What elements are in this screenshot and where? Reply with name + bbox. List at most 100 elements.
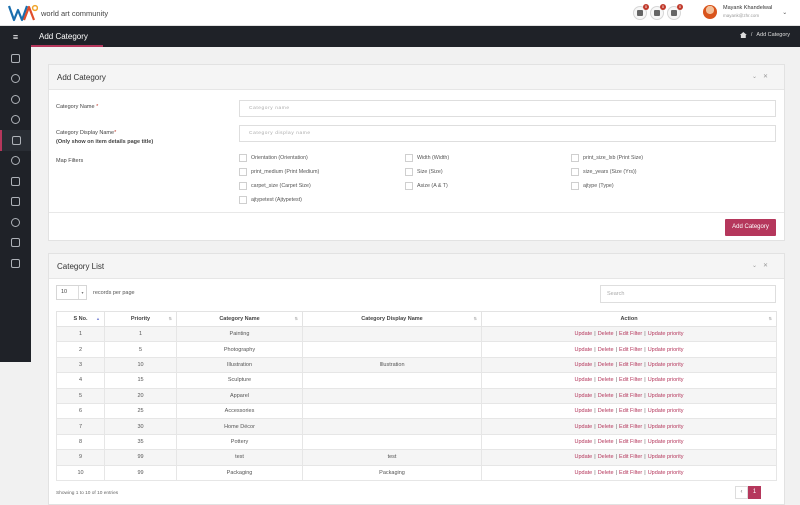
update-link[interactable]: Update bbox=[575, 470, 593, 476]
cell-sno: 6 bbox=[56, 402, 105, 420]
sidebar-item-tables[interactable] bbox=[0, 192, 31, 213]
update-link[interactable]: Update bbox=[575, 424, 593, 430]
page-length-select[interactable]: 10 ▾ bbox=[56, 285, 87, 300]
action-separator: | bbox=[644, 408, 646, 415]
update-priority-link[interactable]: Update priority bbox=[648, 424, 684, 430]
cell-actions: Update | Delete | Edit Filter | Update priorit… bbox=[481, 387, 777, 404]
checkbox[interactable] bbox=[405, 168, 413, 176]
column-header-category-name[interactable]: Category Name ⇅ bbox=[176, 311, 303, 327]
chevron-down-icon: ▾ bbox=[78, 286, 86, 299]
delete-link[interactable]: Delete bbox=[598, 347, 614, 353]
notification-badge: 0 bbox=[677, 4, 683, 10]
checkbox[interactable] bbox=[405, 182, 413, 190]
delete-link[interactable]: Delete bbox=[598, 393, 614, 399]
menu-toggle-icon[interactable]: ≡ bbox=[0, 26, 31, 48]
edit-filter-link[interactable]: Edit Filter bbox=[619, 408, 642, 414]
checkbox[interactable] bbox=[239, 168, 247, 176]
column-header-action[interactable]: Action ⇅ bbox=[481, 311, 777, 327]
update-priority-link[interactable]: Update priority bbox=[648, 393, 684, 399]
filter-checkbox[interactable]: carpet_size (Carpet Size) bbox=[239, 182, 311, 190]
add-category-button[interactable]: Add Category bbox=[725, 219, 776, 236]
calendar-icon[interactable]: 0 bbox=[650, 4, 666, 20]
update-priority-link[interactable]: Update priority bbox=[648, 347, 684, 353]
update-priority-link[interactable]: Update priority bbox=[648, 408, 684, 414]
update-priority-link[interactable]: Update priority bbox=[648, 377, 684, 383]
delete-link[interactable]: Delete bbox=[598, 424, 614, 430]
delete-link[interactable]: Delete bbox=[598, 362, 614, 368]
sidebar-item-profile[interactable] bbox=[0, 212, 31, 233]
update-priority-link[interactable]: Update priority bbox=[648, 362, 684, 368]
edit-filter-link[interactable]: Edit Filter bbox=[619, 424, 642, 430]
delete-link[interactable]: Delete bbox=[598, 470, 614, 476]
column-header-display-name[interactable]: Category Display Name ⇅ bbox=[302, 311, 482, 327]
edit-filter-link[interactable]: Edit Filter bbox=[619, 470, 642, 476]
update-link[interactable]: Update bbox=[575, 439, 593, 445]
update-link[interactable]: Update bbox=[575, 362, 593, 368]
checkbox[interactable] bbox=[405, 154, 413, 162]
checkbox[interactable] bbox=[239, 154, 247, 162]
user-menu[interactable]: Mayank Khandelwal mayank@zhr.com ⌄ bbox=[703, 5, 787, 19]
checkbox[interactable] bbox=[571, 168, 579, 176]
display-name-input[interactable]: Category display name bbox=[239, 125, 776, 142]
sidebar-item-reports[interactable] bbox=[0, 171, 31, 192]
sidebar-item-categories[interactable] bbox=[0, 130, 31, 151]
edit-filter-link[interactable]: Edit Filter bbox=[619, 331, 642, 337]
prev-page-button[interactable]: ‹ bbox=[735, 486, 748, 499]
update-link[interactable]: Update bbox=[575, 393, 593, 399]
update-priority-link[interactable]: Update priority bbox=[648, 470, 684, 476]
column-header-sno[interactable]: S No. ▲ bbox=[56, 311, 105, 327]
delete-link[interactable]: Delete bbox=[598, 408, 614, 414]
filter-checkbox[interactable]: Size (Size) bbox=[405, 168, 443, 176]
filter-checkbox[interactable]: ajtypetest (Ajtypetest) bbox=[239, 196, 302, 204]
filter-checkbox[interactable]: print_medium (Print Medium) bbox=[239, 168, 319, 176]
filter-checkbox[interactable]: size_years (Size (Yrs)) bbox=[571, 168, 637, 176]
update-priority-link[interactable]: Update priority bbox=[648, 331, 684, 337]
sidebar-item-upload[interactable] bbox=[0, 89, 31, 110]
category-name-input[interactable]: Category name bbox=[239, 100, 776, 117]
sidebar-item-users[interactable] bbox=[0, 69, 31, 90]
filter-checkbox[interactable]: Asize (A & T) bbox=[405, 182, 448, 190]
checkbox[interactable] bbox=[571, 154, 579, 162]
delete-link[interactable]: Delete bbox=[598, 331, 614, 337]
home-icon[interactable] bbox=[739, 32, 747, 38]
delete-link[interactable]: Delete bbox=[598, 454, 614, 460]
update-link[interactable]: Update bbox=[575, 454, 593, 460]
sidebar-item-mail[interactable] bbox=[0, 253, 31, 274]
search-input[interactable]: Search bbox=[600, 285, 776, 303]
column-header-priority[interactable]: Priority ⇅ bbox=[104, 311, 177, 327]
filter-checkbox[interactable]: Orientation (Orientation) bbox=[239, 154, 308, 162]
page-button-current[interactable]: 1 bbox=[748, 486, 761, 499]
filter-checkbox[interactable]: print_size_lxb (Print Size) bbox=[571, 154, 643, 162]
cell-display-name bbox=[302, 325, 482, 343]
close-icon[interactable]: ✕ bbox=[763, 263, 774, 269]
delete-link[interactable]: Delete bbox=[598, 377, 614, 383]
edit-filter-link[interactable]: Edit Filter bbox=[619, 393, 642, 399]
checkbox[interactable] bbox=[239, 182, 247, 190]
close-icon[interactable]: ✕ bbox=[763, 74, 774, 80]
edit-filter-link[interactable]: Edit Filter bbox=[619, 362, 642, 368]
update-link[interactable]: Update bbox=[575, 408, 593, 414]
sidebar-item-home[interactable] bbox=[0, 48, 31, 69]
edit-filter-link[interactable]: Edit Filter bbox=[619, 347, 642, 353]
collapse-icon[interactable]: ⌄ bbox=[752, 74, 763, 80]
checkbox[interactable] bbox=[571, 182, 579, 190]
brand-logo[interactable]: world art community bbox=[7, 3, 108, 23]
collapse-icon[interactable]: ⌄ bbox=[752, 263, 763, 269]
update-link[interactable]: Update bbox=[575, 347, 593, 353]
edit-filter-link[interactable]: Edit Filter bbox=[619, 439, 642, 445]
update-priority-link[interactable]: Update priority bbox=[648, 439, 684, 445]
checkbox[interactable] bbox=[239, 196, 247, 204]
update-link[interactable]: Update bbox=[575, 377, 593, 383]
sidebar-item-artists[interactable] bbox=[0, 151, 31, 172]
edit-filter-link[interactable]: Edit Filter bbox=[619, 454, 642, 460]
update-priority-link[interactable]: Update priority bbox=[648, 454, 684, 460]
filter-checkbox[interactable]: Width (Width) bbox=[405, 154, 449, 162]
bell-icon[interactable]: 0 bbox=[633, 4, 649, 20]
edit-filter-link[interactable]: Edit Filter bbox=[619, 377, 642, 383]
sidebar-item-download[interactable] bbox=[0, 110, 31, 131]
filter-checkbox[interactable]: ajtype (Type) bbox=[571, 182, 614, 190]
sidebar-item-tags[interactable] bbox=[0, 233, 31, 254]
update-link[interactable]: Update bbox=[575, 331, 593, 337]
delete-link[interactable]: Delete bbox=[598, 439, 614, 445]
list-icon[interactable]: 0 bbox=[667, 4, 683, 20]
